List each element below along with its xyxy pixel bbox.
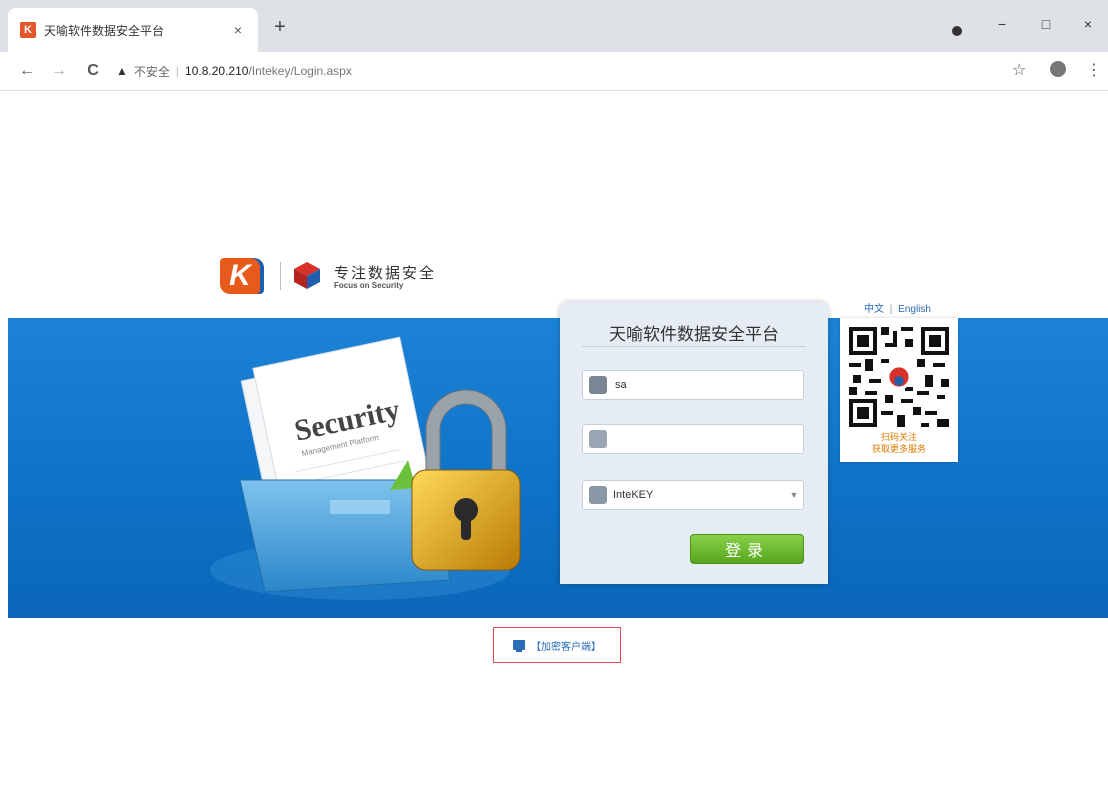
warning-icon[interactable]: ▲ — [116, 64, 128, 78]
not-secure-label[interactable]: 不安全 — [134, 63, 170, 80]
password-input[interactable] — [613, 426, 803, 452]
browser-tab-active[interactable]: K 天喻软件数据安全平台 × — [8, 8, 258, 52]
server-selected-value: InteKEY — [613, 489, 654, 501]
url-separator: | — [175, 64, 180, 78]
lang-chinese-link[interactable]: 中文 — [864, 304, 884, 315]
forward-button[interactable]: → — [48, 60, 70, 82]
encrypt-client-label[interactable]: 【加密客户端】 — [531, 638, 601, 653]
reload-button[interactable]: C — [82, 60, 104, 82]
close-window-button[interactable]: × — [1068, 10, 1108, 38]
language-switcher: 中文 | English — [864, 300, 931, 315]
login-button[interactable]: 登录 — [690, 534, 804, 564]
maximize-button[interactable]: □ — [1026, 10, 1066, 38]
qr-caption-line2: 获取更多服务 — [871, 444, 926, 454]
bookmark-star-icon[interactable]: ☆ — [1012, 60, 1026, 80]
tab-title: 天喻软件数据安全平台 — [44, 23, 165, 38]
tab-close-icon[interactable]: × — [228, 22, 248, 38]
chevron-down-icon[interactable]: ▼ — [785, 490, 803, 500]
qr-code-icon — [849, 327, 949, 427]
security-folder-illustration: Security Management Platform — [210, 336, 521, 600]
site-favicon-icon: K — [20, 22, 36, 38]
lang-separator: | — [889, 304, 893, 315]
url-path[interactable]: /Intekey/Login.aspx — [248, 64, 351, 78]
users-icon — [589, 376, 607, 394]
company-k-logo: K — [220, 258, 260, 294]
username-field[interactable] — [582, 370, 804, 400]
new-tab-button[interactable]: + — [268, 16, 292, 40]
username-input[interactable] — [613, 372, 803, 398]
cube-logo-icon — [294, 262, 320, 289]
browser-menu-icon[interactable]: ⋮ — [1086, 60, 1102, 80]
minimize-button[interactable]: − — [982, 10, 1022, 38]
login-title: 天喻软件数据安全平台 — [609, 325, 779, 344]
server-icon — [589, 486, 607, 504]
monitor-icon — [513, 640, 525, 652]
title-divider — [582, 346, 806, 347]
slogan-english: Focus on Security — [334, 281, 404, 290]
logo-divider — [280, 262, 281, 290]
record-indicator-icon[interactable] — [952, 26, 962, 36]
url-host[interactable]: 10.8.20.210 — [185, 64, 248, 78]
qr-panel: 扫码关注 获取更多服务 — [840, 318, 958, 462]
server-select[interactable]: InteKEY ▼ — [582, 480, 804, 510]
encrypt-client-link[interactable]: 【加密客户端】 — [493, 627, 621, 663]
login-panel: 天喻软件数据安全平台 InteKEY ▼ 登录 — [560, 302, 828, 584]
back-button[interactable]: ← — [16, 60, 38, 82]
lang-english-link[interactable]: English — [898, 304, 931, 315]
slogan-chinese: 专注数据安全 — [334, 265, 437, 282]
account-icon[interactable] — [1050, 61, 1066, 77]
browser-toolbar: ← → C ▲ 不安全 | 10.8.20.210 /Intekey/Login… — [0, 52, 1108, 91]
browser-tab-strip: K 天喻软件数据安全平台 × + − □ × — [0, 0, 1108, 52]
key-icon — [589, 430, 607, 448]
password-field[interactable] — [582, 424, 804, 454]
address-bar[interactable]: ▲ 不安全 | 10.8.20.210 /Intekey/Login.aspx — [116, 58, 996, 84]
